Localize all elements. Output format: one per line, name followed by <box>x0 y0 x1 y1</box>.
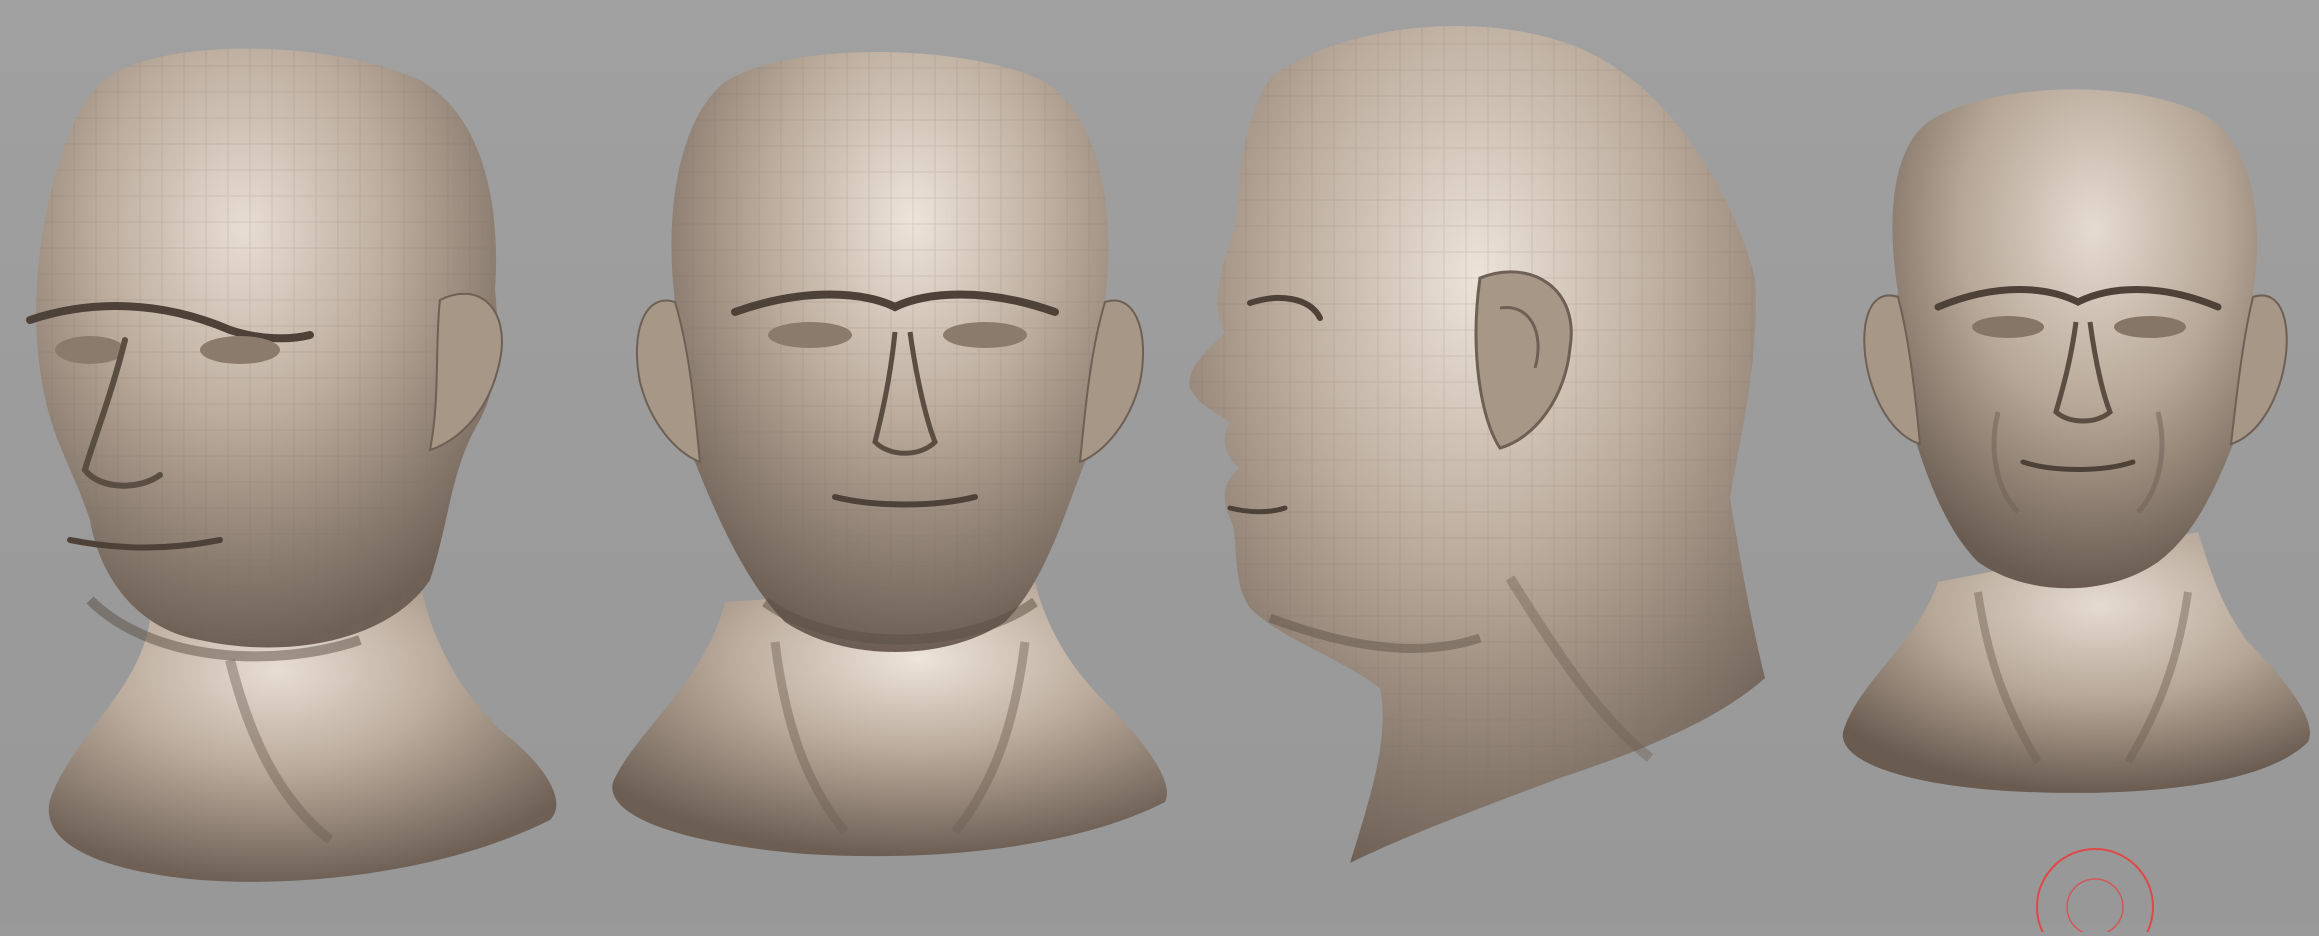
head-side-profile-render <box>1189 25 1765 864</box>
sculpt-viewport[interactable] <box>0 0 2319 936</box>
head-front-render <box>612 52 1167 857</box>
head-three-quarter-render <box>26 48 557 882</box>
head-front-smoothed-view <box>1838 82 2318 802</box>
head-front-smoothed-render <box>1842 89 2310 793</box>
head-three-quarter-view <box>26 40 570 890</box>
head-front-view <box>605 42 1175 872</box>
head-side-profile-view <box>1180 18 1770 868</box>
navigation-gizmo-icon[interactable] <box>2030 842 2160 936</box>
